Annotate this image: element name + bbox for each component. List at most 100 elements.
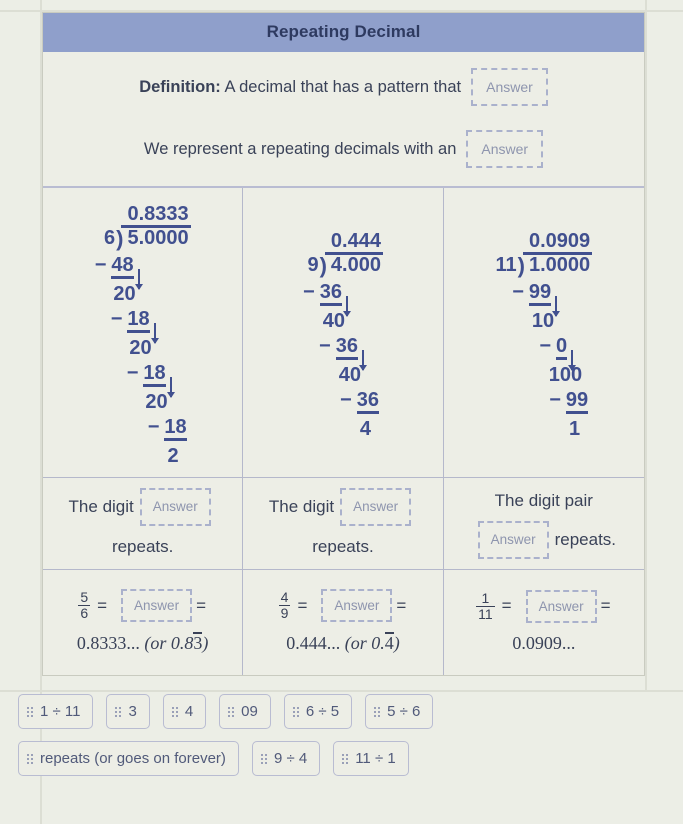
drag-handle-icon [228, 706, 235, 717]
subtrahend-1-2: 18 [127, 309, 150, 333]
subtrahend-2-3: 36 [356, 390, 379, 414]
quotient-3: 0.0909 [522, 231, 593, 255]
answer-chip[interactable]: 11 ÷ 1 [333, 741, 409, 776]
definition-bold-word: Definition: [139, 77, 221, 96]
fraction-2: 4 9 [278, 589, 291, 621]
fraction-equation-3: 1 11 = Answer = 0.0909... [444, 570, 644, 675]
subtrahend-2-2: 36 [335, 336, 358, 360]
fraction-equation-1: 5 6 = Answer = 0.8333... (or 0.83) [43, 570, 242, 675]
answer-chip-label: 11 ÷ 1 [355, 750, 396, 767]
division-bracket-icon-2: ) [319, 252, 327, 278]
answer-chip-label: 5 ÷ 6 [387, 703, 421, 720]
minus-sign: − [126, 361, 139, 384]
answer-chip-label: 9 ÷ 4 [273, 750, 308, 767]
divisor-3: 11 [495, 253, 517, 276]
repeat-statement-1: The digit Answer repeats. [43, 478, 243, 570]
fraction-answer-dropzone-2[interactable]: Answer [321, 589, 393, 622]
subtrahend-3-1: 99 [528, 282, 552, 306]
answer-chip-label: 3 [128, 703, 137, 720]
drag-handle-icon [27, 706, 33, 717]
definition-label: Definition: A decimal that has a pattern… [139, 77, 461, 98]
definition-answer-dropzone-1[interactable]: Answer [471, 68, 548, 106]
answer-chip[interactable]: 1 ÷ 11 [18, 694, 94, 729]
long-division-1: 0.8333 6) 5.0000 −48 20 −18 20 −18 20 − … [43, 188, 243, 478]
decimal-or-close-1: ) [202, 633, 209, 653]
column-2: 0.444 9) 4.000 −36 40 −36 40 −36 4 The d… [243, 188, 444, 675]
decimal-value-2: 0.444... (or 0.4) [286, 632, 400, 654]
answer-chip[interactable]: 4 [162, 694, 207, 729]
minus-sign: − [110, 307, 123, 330]
repeat-answer-dropzone-1[interactable]: Answer [139, 487, 211, 527]
drag-handle-icon [292, 706, 299, 717]
repeat-prefix-1: The digit [68, 497, 134, 517]
repeat-statement-3: The digit pair Answer repeats. [443, 478, 644, 570]
decimal-value-1: 0.8333... (or 0.83) [76, 632, 209, 654]
answer-chip[interactable]: 6 ÷ 5 [283, 694, 353, 729]
decimal-plain-1: 0.8333... [76, 633, 140, 653]
fraction-answer-dropzone-3[interactable]: Answer [525, 589, 597, 623]
divisor-2: 9 [307, 253, 319, 276]
fraction-numerator-1: 5 [80, 589, 89, 606]
dividend-3: 1.0000 [528, 253, 591, 276]
column-1: 0.8333 6) 5.0000 −48 20 −18 20 −18 20 − … [43, 188, 244, 675]
answer-bank: 1 ÷ 11 3 4 09 6 ÷ 5 5 ÷ 6 repeats (or go… [18, 694, 668, 788]
column-3: 0.0909 11) 1.0000 −99 10 −0 100 −99 1 Th… [443, 188, 644, 675]
remainder-2-1: 40 [322, 309, 345, 332]
long-division-work-1: 0.8333 6) 5.0000 −48 20 −18 20 −18 20 − … [95, 204, 191, 466]
repeat-suffix-2: repeats. [312, 536, 374, 556]
remainder-3-1: 10 [531, 309, 555, 332]
answer-chip[interactable]: 3 [106, 694, 150, 729]
long-division-2: 0.444 9) 4.000 −36 40 −36 40 −36 4 [243, 188, 443, 478]
fraction-1: 5 6 [78, 589, 91, 620]
answer-bank-row-2: repeats (or goes on forever) 9 ÷ 4 11 ÷ … [18, 741, 668, 776]
answer-chip-label: 09 [241, 703, 258, 720]
decimal-plain-2: 0.444... [286, 633, 341, 653]
drag-handle-icon [342, 753, 349, 764]
repeat-answer-dropzone-2[interactable]: Answer [340, 487, 412, 527]
decimal-or-open-2: (or 0. [344, 633, 385, 653]
definition-answer-dropzone-2[interactable]: Answer [466, 130, 544, 168]
division-bracket-icon-3: ) [517, 252, 525, 278]
minus-sign: − [512, 280, 524, 303]
repeat-answer-dropzone-3[interactable]: Answer [477, 520, 549, 560]
definition-section: Definition: A decimal that has a pattern… [43, 52, 644, 187]
remainder-3-2: 100 [548, 363, 583, 386]
long-division-3: 0.0909 11) 1.0000 −99 10 −0 100 −99 1 [443, 188, 644, 478]
long-division-work-2: 0.444 9) 4.000 −36 40 −36 40 −36 4 [303, 231, 383, 439]
remainder-2-2: 40 [338, 363, 361, 386]
answer-chip[interactable]: 5 ÷ 6 [365, 694, 434, 729]
definition-row-1: Definition: A decimal that has a pattern… [43, 56, 644, 118]
minus-sign: − [147, 415, 160, 438]
minus-sign: − [319, 334, 331, 357]
repeating-decimal-card: Repeating Decimal Definition: A decimal … [42, 12, 645, 676]
quotient-1: 0.8333 [121, 204, 191, 228]
repeat-suffix-3: repeats. [554, 530, 617, 550]
repeat-suffix-1: repeats. [111, 536, 174, 556]
fraction-numerator-2: 4 [280, 589, 289, 606]
answer-bank-row-1: 1 ÷ 11 3 4 09 6 ÷ 5 5 ÷ 6 [18, 694, 668, 729]
answer-chip[interactable]: 09 [219, 694, 271, 729]
decimal-value-3: 0.0909... [512, 633, 575, 654]
answer-chip[interactable]: repeats (or goes on forever) [18, 741, 239, 776]
equals-sign: = [97, 595, 108, 615]
fraction-denominator-2: 9 [278, 605, 291, 621]
fraction-answer-dropzone-1[interactable]: Answer [121, 589, 193, 622]
decimal-or-open-1: (or 0.8 [144, 633, 194, 653]
remainder-1-1: 20 [113, 282, 136, 305]
minus-sign: − [94, 253, 107, 276]
fraction-numerator-3: 1 [481, 589, 490, 606]
decimal-or-close-2: ) [393, 633, 400, 653]
equals-sign: = [196, 595, 206, 615]
subtrahend-1-1: 48 [111, 255, 134, 279]
drag-handle-icon [171, 706, 178, 717]
background-grid-line-vertical-right [645, 0, 647, 692]
drag-handle-icon [115, 706, 122, 717]
answer-chip[interactable]: 9 ÷ 4 [251, 741, 321, 776]
representation-label: We represent a repeating decimals with a… [143, 139, 457, 158]
subtrahend-1-3: 18 [143, 363, 166, 387]
subtrahend-3-2: 0 [556, 336, 568, 360]
quotient-2: 0.444 [324, 231, 383, 255]
repeat-prefix-2: The digit [268, 497, 335, 517]
equals-sign: = [297, 595, 308, 615]
definition-rest-text: A decimal that has a pattern that [220, 77, 462, 96]
